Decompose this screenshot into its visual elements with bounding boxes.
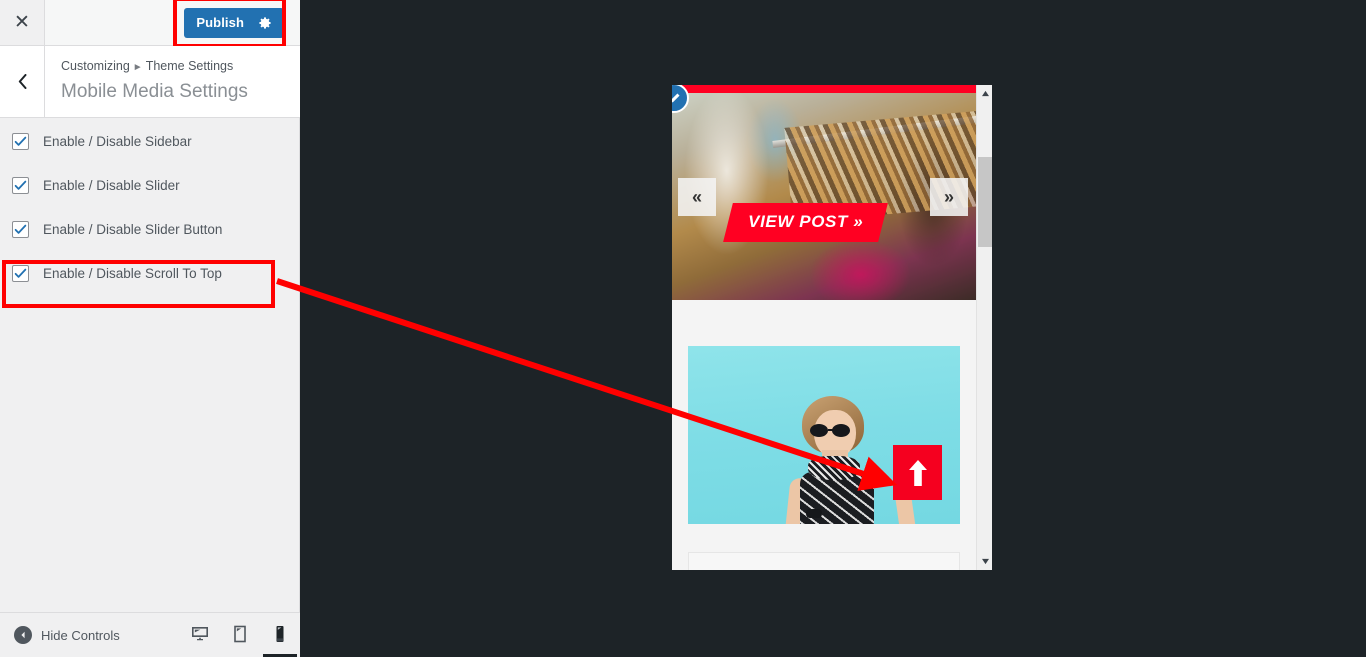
publish-button-wrapper: Publish (173, 0, 287, 48)
checkbox-enable-disable-sidebar[interactable] (12, 132, 29, 150)
slider-next-label: » (943, 186, 954, 207)
page-title: Mobile Media Settings (61, 81, 248, 102)
preview-scrollbar[interactable] (976, 85, 992, 570)
control-row-slider[interactable]: Enable / Disable Slider (0, 163, 300, 207)
mobile-icon[interactable] (260, 613, 300, 657)
collapse-left-icon (14, 626, 32, 644)
checkbox-enable-disable-scroll-to-top[interactable] (12, 264, 29, 282)
scroll-to-top-button[interactable] (893, 445, 942, 500)
slider-next-button[interactable]: » (930, 178, 968, 216)
device-preview-switcher (180, 613, 300, 657)
control-label-slider: Enable / Disable Slider (43, 177, 180, 193)
post-excerpt-card (688, 552, 960, 570)
close-icon[interactable]: ✕ (0, 0, 45, 45)
arrow-up-icon (908, 459, 927, 486)
publish-button-label: Publish (196, 15, 244, 30)
triangle-up-icon[interactable] (977, 85, 993, 102)
control-label-sidebar: Enable / Disable Sidebar (43, 133, 192, 149)
gear-icon[interactable] (258, 16, 272, 30)
customizer-titlebar: Customizing ► Theme Settings Mobile Media … (0, 46, 300, 118)
breadcrumb-parent[interactable]: Theme Settings (146, 59, 234, 73)
post-featured-image[interactable] (688, 346, 960, 524)
customizer-footer: Hide Controls (0, 612, 300, 657)
checkbox-enable-disable-slider[interactable] (12, 176, 29, 194)
control-row-sidebar[interactable]: Enable / Disable Sidebar (0, 119, 300, 163)
mobile-preview-frame: « » VIEW POST » (672, 85, 992, 570)
control-row-scroll-to-top[interactable]: Enable / Disable Scroll To Top (0, 251, 300, 295)
breadcrumb-separator-icon: ► (132, 62, 143, 73)
checkbox-enable-disable-slider-button[interactable] (12, 220, 29, 238)
customizer-sidebar: ✕ Publish Customizing ► Theme Settings Mob… (0, 0, 300, 657)
hero-slider[interactable]: « » VIEW POST » (672, 85, 976, 300)
tablet-icon[interactable] (220, 613, 260, 657)
site-top-accent-bar (672, 85, 976, 93)
site-content (672, 346, 976, 570)
slider-prev-label: « (691, 186, 702, 207)
preview-stage: « » VIEW POST » (300, 0, 1366, 657)
triangle-down-icon[interactable] (977, 553, 993, 570)
scrollbar-thumb[interactable] (978, 157, 992, 247)
hide-controls-button[interactable]: Hide Controls (14, 626, 120, 644)
customizer-header: ✕ Publish (0, 0, 300, 48)
customizer-titles: Customizing ► Theme Settings Mobile Media … (45, 46, 248, 117)
control-label-scroll-to-top: Enable / Disable Scroll To Top (43, 265, 222, 281)
control-label-slider-button: Enable / Disable Slider Button (43, 221, 223, 237)
view-post-button[interactable]: VIEW POST » (723, 203, 889, 242)
publish-button[interactable]: Publish (184, 7, 284, 38)
breadcrumb-root[interactable]: Customizing (61, 59, 130, 73)
control-row-slider-button[interactable]: Enable / Disable Slider Button (0, 207, 300, 251)
chevron-left-icon[interactable] (0, 46, 45, 117)
slider-prev-button[interactable]: « (678, 178, 716, 216)
view-post-label: VIEW POST » (748, 212, 864, 231)
control-list: Enable / Disable Sidebar Enable / Disabl… (0, 119, 300, 295)
site-preview-viewport[interactable]: « » VIEW POST » (672, 85, 976, 570)
hide-controls-label: Hide Controls (41, 627, 120, 643)
desktop-icon[interactable] (180, 613, 220, 657)
breadcrumb: Customizing ► Theme Settings (61, 58, 248, 76)
